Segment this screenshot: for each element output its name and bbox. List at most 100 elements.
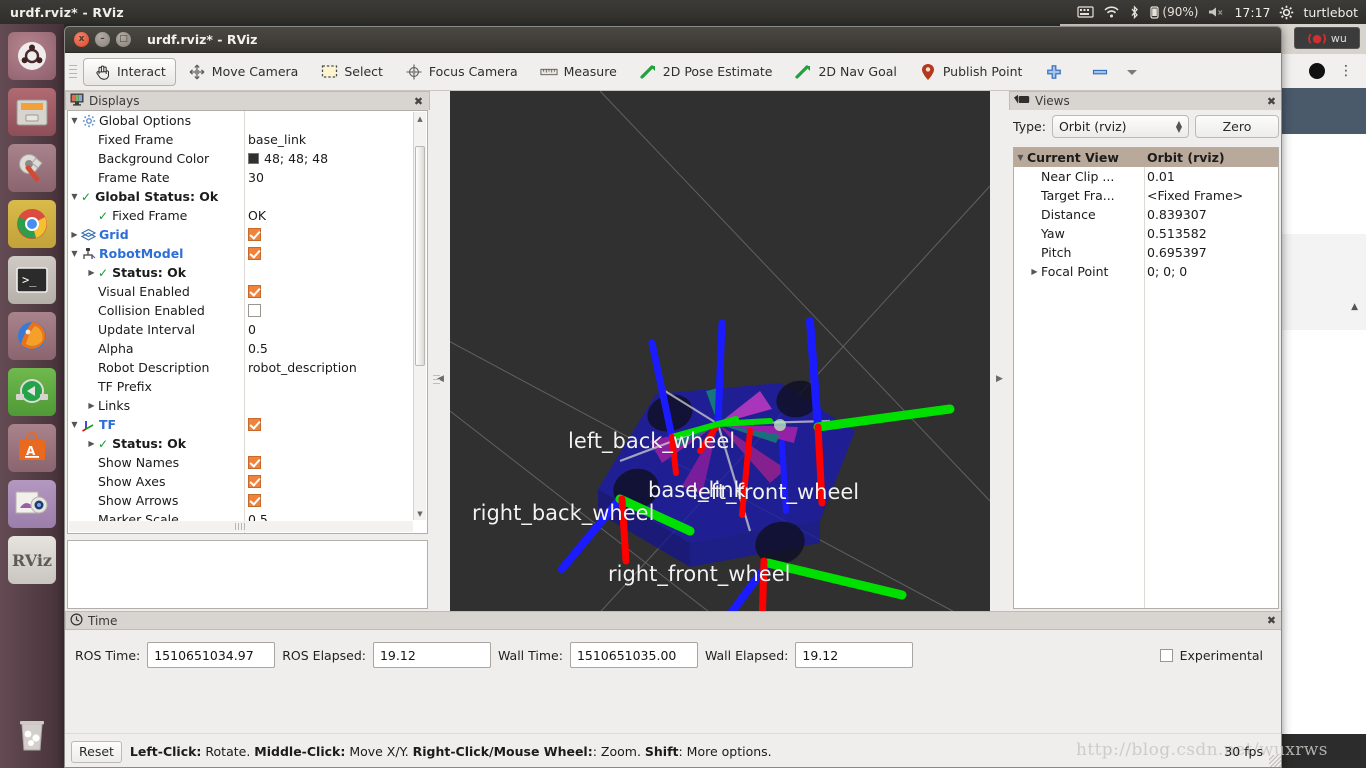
display-row[interactable]: ▸Show Names <box>68 453 412 472</box>
visibility-checkbox[interactable] <box>248 247 261 260</box>
display-row[interactable]: ▸TF Prefix <box>68 377 412 396</box>
views-row[interactable]: ▶ Focal Point 0; 0; 0 <box>1014 262 1278 281</box>
screen-recorder-indicator[interactable]: (●) wu <box>1294 27 1360 49</box>
keyboard-icon[interactable] <box>1077 5 1095 19</box>
launcher-item-files[interactable] <box>8 88 56 136</box>
expander-right-icon[interactable]: ▶ <box>85 268 98 277</box>
experimental-toggle[interactable]: Experimental <box>1159 648 1273 663</box>
ogre-canvas[interactable]: left_back_wheel base_link left_front_wheel… <box>450 91 990 667</box>
display-row-value-cell[interactable] <box>244 228 412 241</box>
bluetooth-icon[interactable] <box>1129 4 1140 20</box>
browser-menu-icon[interactable]: ⋮ <box>1339 63 1354 79</box>
expander-right-icon[interactable]: ▶ <box>68 230 81 239</box>
tool-publish-point[interactable]: Publish Point <box>909 58 1033 86</box>
launcher-item-gazebo[interactable] <box>8 368 56 416</box>
display-row[interactable]: ▶ Grid <box>68 225 412 244</box>
expander-right-icon[interactable]: ▶ <box>85 439 98 448</box>
expander-right-icon[interactable]: ▶ <box>85 401 98 410</box>
display-row-value-cell[interactable]: OK <box>244 208 412 223</box>
views-row-value[interactable]: 0.01 <box>1144 169 1278 184</box>
display-row-value-cell[interactable]: 0.5 <box>244 341 412 356</box>
display-row[interactable]: ▼ TF <box>68 415 412 434</box>
display-row-value-cell[interactable]: base_link <box>244 132 412 147</box>
tool-focus-camera[interactable]: Focus Camera <box>395 58 528 86</box>
launcher-item-system-settings[interactable] <box>8 144 56 192</box>
display-row[interactable]: ▶ Links <box>68 396 412 415</box>
display-row-value-cell[interactable] <box>244 247 412 260</box>
expander-down-icon[interactable]: ▼ <box>68 116 81 125</box>
launcher-item-rviz[interactable]: RViz <box>8 536 56 584</box>
launcher-item-ubuntu-dash[interactable] <box>8 32 56 80</box>
views-row[interactable]: ▸Near Clip ...0.01 <box>1014 167 1278 186</box>
visibility-checkbox[interactable] <box>248 285 261 298</box>
display-row-value-cell[interactable] <box>244 456 412 469</box>
view-type-combobox[interactable]: Orbit (rviz) ▲ ▼ <box>1051 115 1189 138</box>
display-row[interactable]: ▸Visual Enabled <box>68 282 412 301</box>
username[interactable]: turtlebot <box>1303 5 1358 20</box>
color-swatch[interactable] <box>248 153 259 164</box>
wifi-icon[interactable] <box>1103 5 1120 19</box>
display-row-value-cell[interactable]: 0 <box>244 322 412 337</box>
display-row[interactable]: ▼ Global Options <box>68 111 412 130</box>
display-row[interactable]: ▸Robot Description robot_description <box>68 358 412 377</box>
launcher-item-google-chrome[interactable] <box>8 200 56 248</box>
rviz-titlebar[interactable]: x – □ urdf.rviz* - RViz <box>65 27 1281 53</box>
visibility-checkbox[interactable] <box>248 228 261 241</box>
tool-select[interactable]: Select <box>310 58 393 86</box>
display-row[interactable]: ▸Frame Rate 30 <box>68 168 412 187</box>
scroll-thumb[interactable] <box>415 146 425 366</box>
display-row-value-cell[interactable] <box>244 475 412 488</box>
expander-down-icon[interactable]: ▼ <box>68 420 81 429</box>
close-icon[interactable]: ✖ <box>1265 95 1278 108</box>
views-row[interactable]: ▸Target Fra...<Fixed Frame> <box>1014 186 1278 205</box>
close-window-button[interactable]: x <box>74 32 89 47</box>
experimental-checkbox[interactable] <box>1159 648 1173 662</box>
time-field-input[interactable]: 1510651034.97 <box>147 642 276 668</box>
tool-interact[interactable]: Interact <box>83 57 176 86</box>
display-row[interactable]: ▸✓Fixed Frame OK <box>68 206 412 225</box>
render-view-3d[interactable]: left_back_wheel base_link left_front_wheel… <box>450 91 990 667</box>
add-tool-button[interactable] <box>1034 58 1074 86</box>
browser-profile-icon[interactable] <box>1309 63 1325 79</box>
battery-icon[interactable]: (90%) <box>1149 5 1198 20</box>
display-row-value-cell[interactable] <box>244 285 412 298</box>
launcher-item-trash[interactable] <box>8 710 56 758</box>
collapse-right-icon[interactable]: ▶ <box>996 374 1003 384</box>
tool-2d-pose-estimate[interactable]: 2D Pose Estimate <box>629 58 783 86</box>
scroll-up-arrow[interactable]: ▲ <box>414 112 426 125</box>
views-row[interactable]: ▸Distance0.839307 <box>1014 205 1278 224</box>
displays-vertical-scrollbar[interactable]: ▲ ▼ <box>413 112 426 520</box>
views-property-tree[interactable]: ▼Current ViewOrbit (rviz)▸Near Clip ...0… <box>1013 147 1279 609</box>
tool-2d-nav-goal[interactable]: 2D Nav Goal <box>784 58 906 86</box>
views-row-value[interactable]: 0.695397 <box>1144 245 1278 260</box>
views-row-value[interactable]: 0; 0; 0 <box>1144 264 1278 279</box>
scroll-down-arrow[interactable]: ▼ <box>414 507 426 520</box>
visibility-checkbox[interactable] <box>248 418 261 431</box>
left-splitter-handle[interactable]: ◀ <box>431 91 450 667</box>
launcher-item-firefox[interactable] <box>8 312 56 360</box>
minimize-window-button[interactable]: – <box>95 32 110 47</box>
expander-down-icon[interactable]: ▼ <box>68 249 81 258</box>
launcher-item-terminal[interactable]: >_ <box>8 256 56 304</box>
scroll-up-icon[interactable]: ▲ <box>1351 302 1358 312</box>
expander-down-icon[interactable]: ▼ <box>68 192 81 201</box>
time-field-input[interactable]: 1510651035.00 <box>569 642 698 668</box>
display-row-value-cell[interactable]: robot_description <box>244 360 412 375</box>
display-row[interactable]: ▼ RobotModel <box>68 244 412 263</box>
reset-button[interactable]: Reset <box>71 740 122 763</box>
visibility-checkbox[interactable] <box>248 475 261 488</box>
zero-button[interactable]: Zero <box>1195 115 1279 138</box>
display-row[interactable]: ▸Show Arrows <box>68 491 412 510</box>
time-field-input[interactable]: 19.12 <box>372 642 491 668</box>
tool-measure[interactable]: Measure <box>530 58 627 86</box>
display-row[interactable]: ▸Collision Enabled <box>68 301 412 320</box>
display-row-value-cell[interactable]: 30 <box>244 170 412 185</box>
volume-muted-icon[interactable] <box>1207 5 1225 19</box>
display-row-value-cell[interactable] <box>244 494 412 507</box>
time-field-input[interactable]: 19.12 <box>795 642 914 668</box>
right-splitter-handle[interactable]: ▶ <box>990 91 1009 667</box>
display-row[interactable]: ▸Fixed Frame base_link <box>68 130 412 149</box>
display-row[interactable]: ▸Update Interval 0 <box>68 320 412 339</box>
spinner-arrows-icon[interactable]: ▲ ▼ <box>1176 119 1182 133</box>
visibility-checkbox[interactable] <box>248 304 261 317</box>
